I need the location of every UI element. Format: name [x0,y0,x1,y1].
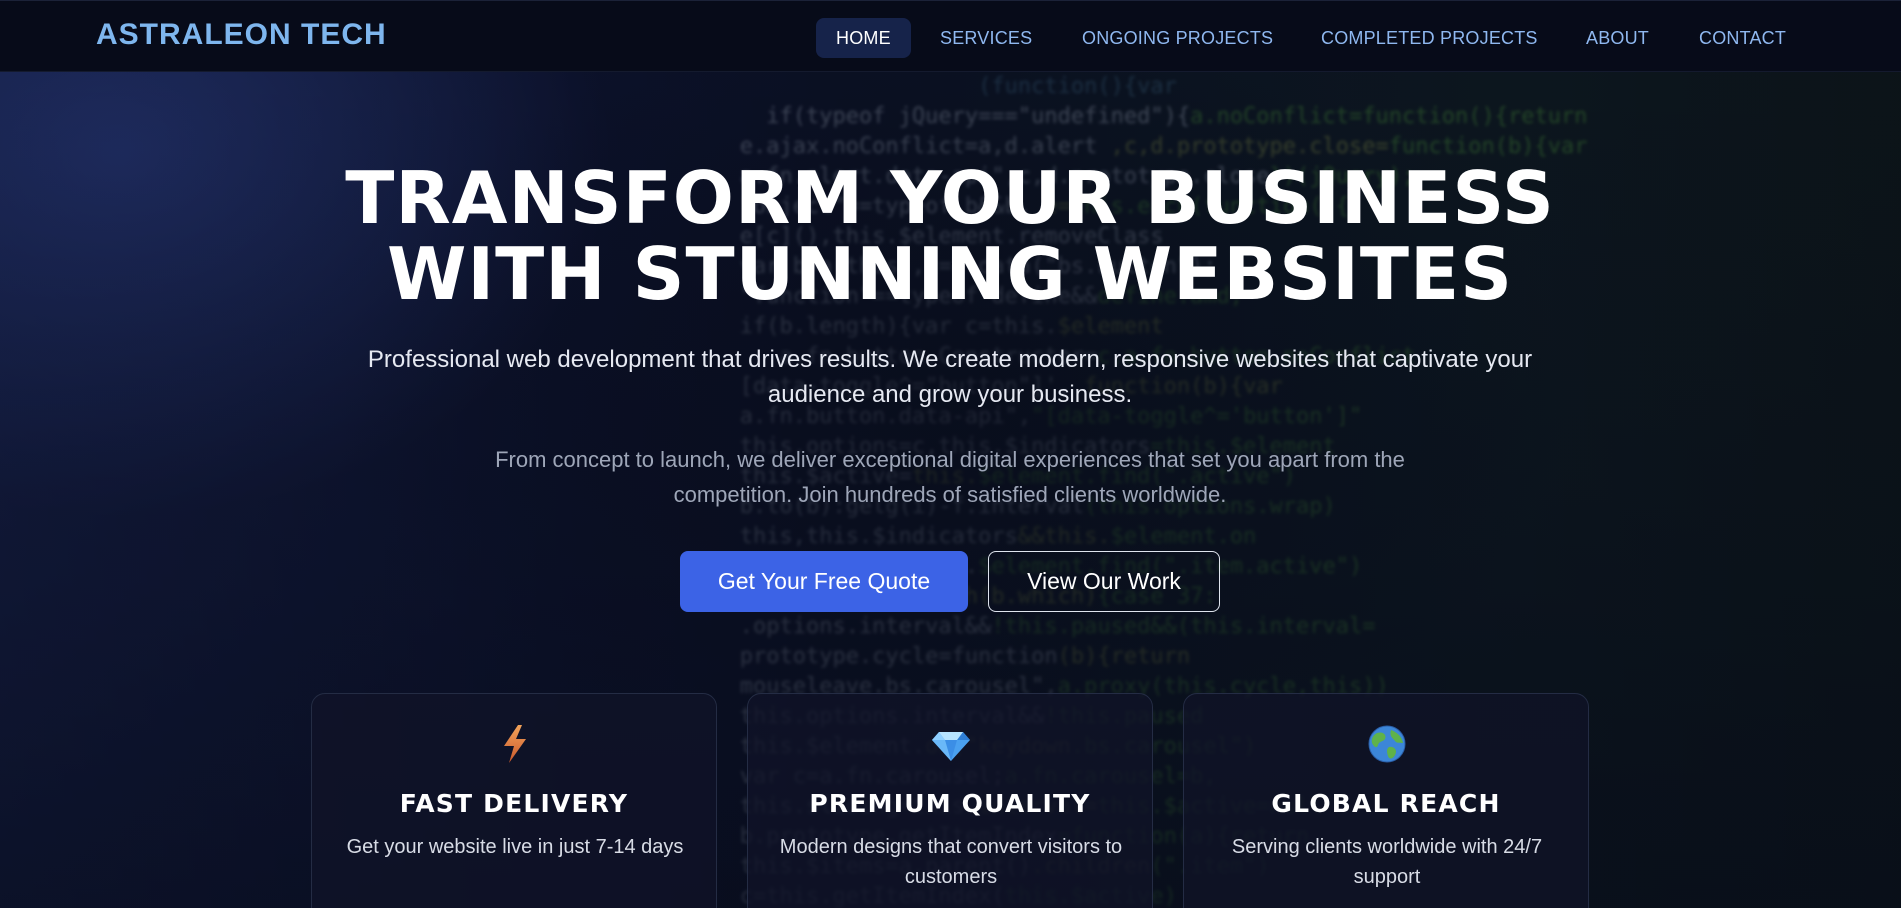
hero-section: (function(){var if(typeof jQuery==="unde… [0,72,1901,908]
hero-title-line-2: WITH STUNNING WEBSITES [386,232,1514,316]
diamond-icon [932,732,970,761]
view-our-work-button[interactable]: View Our Work [988,551,1220,612]
hero-subtitle: Professional web development that drives… [367,346,1533,408]
nav-item-services[interactable]: SERVICES [940,18,1032,58]
globe-icon [1368,725,1406,763]
feature-card-premium-quality: PREMIUM QUALITY Modern designs that conv… [747,693,1153,908]
hero-title: TRANSFORM YOUR BUSINESS WITH STUNNING WE… [300,160,1600,312]
feature-title: PREMIUM QUALITY [809,789,1091,818]
hero-title-line-1: TRANSFORM YOUR BUSINESS [345,156,1555,240]
brand-logo[interactable]: ASTRALEON TECH [96,18,387,52]
feature-card-global-reach: GLOBAL REACH Serving clients worldwide w… [1183,693,1589,908]
feature-title: GLOBAL REACH [1271,789,1501,818]
top-navbar: ASTRALEON TECH HOME SERVICES ONGOING PRO… [0,0,1901,72]
hero-description: From concept to launch, we deliver excep… [495,447,1405,507]
feature-description: Get your website live in just 7-14 days [346,836,684,858]
nav-item-completed-projects[interactable]: COMPLETED PROJECTS [1321,18,1538,58]
nav-item-about[interactable]: ABOUT [1586,18,1649,58]
get-free-quote-button[interactable]: Get Your Free Quote [680,551,968,612]
lightning-icon [504,725,526,763]
feature-description: Modern designs that convert visitors to … [779,836,1123,888]
feature-description: Serving clients worldwide with 24/7 supp… [1231,836,1543,888]
nav-item-home[interactable]: HOME [816,18,911,58]
feature-card-fast-delivery: FAST DELIVERY Get your website live in j… [311,693,717,908]
feature-title: FAST DELIVERY [399,789,629,818]
nav-item-ongoing-projects[interactable]: ONGOING PROJECTS [1082,18,1273,58]
nav-item-contact[interactable]: CONTACT [1699,18,1786,58]
